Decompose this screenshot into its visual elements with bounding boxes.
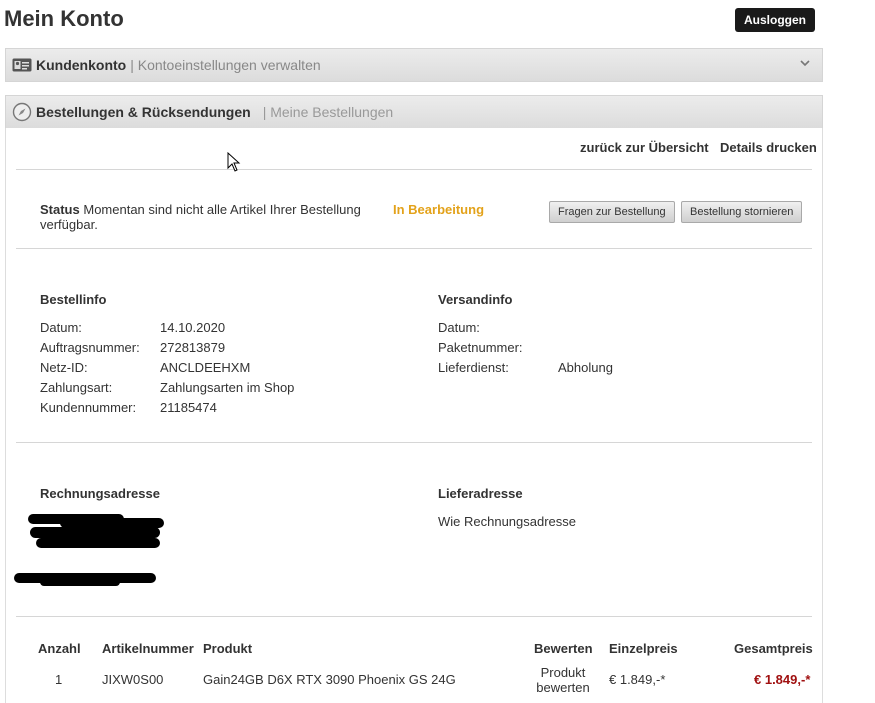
order-info-key: Netz-ID: xyxy=(40,360,88,375)
status-value: In Bearbeitung xyxy=(393,202,485,217)
mouse-cursor-icon xyxy=(227,151,241,175)
shipping-info-key: Datum: xyxy=(438,320,480,335)
order-info-key: Zahlungsart: xyxy=(40,380,113,395)
id-card-icon xyxy=(12,56,32,74)
page-title: Mein Konto xyxy=(4,6,124,31)
delivery-service-value: Abholung xyxy=(558,360,613,375)
order-info-key: Kundennummer: xyxy=(40,400,137,415)
section-orders-subtitle: | Meine Bestellungen xyxy=(262,104,394,120)
back-to-overview-link[interactable]: zurück zur Übersicht xyxy=(580,140,709,155)
delivery-address-text: Wie Rechnungsadresse xyxy=(438,514,577,529)
row-article-number: JIXW0S00 xyxy=(102,672,164,687)
column-header-qty: Anzahl xyxy=(38,641,81,656)
delivery-address-heading: Lieferadresse xyxy=(438,486,523,501)
section-kundenkonto-subtitle: | Kontoeinstellungen verwalten xyxy=(130,57,321,73)
row-product[interactable]: Gain24GB D6X RTX 3090 Phoenix GS 24G xyxy=(203,672,456,687)
section-orders-bar[interactable]: Bestellungen & Rücksendungen | Meine Bes… xyxy=(5,95,823,129)
column-header-article: Artikelnummer xyxy=(102,641,194,656)
rate-product-line1: Produkt xyxy=(540,665,586,680)
net-id-value: ANCLDEEHXM xyxy=(160,360,251,375)
section-kundenkonto-title: Kundenkonto xyxy=(36,57,127,73)
order-info-key: Datum: xyxy=(40,320,82,335)
compass-icon xyxy=(12,102,32,122)
print-details-link[interactable]: Details drucken xyxy=(720,140,817,155)
payment-method-value: Zahlungsarten im Shop xyxy=(160,380,295,395)
divider xyxy=(16,169,812,170)
order-number-value: 272813879 xyxy=(160,340,226,355)
divider xyxy=(16,248,812,249)
row-total-price: € 1.849,-* xyxy=(754,672,811,687)
shipping-info-key: Paketnummer: xyxy=(438,340,523,355)
section-kundenkonto-bar[interactable]: Kundenkonto | Kontoeinstellungen verwalt… xyxy=(5,48,823,82)
chevron-down-icon[interactable] xyxy=(800,58,810,70)
column-header-unit-price: Einzelpreis xyxy=(609,641,678,656)
order-info-key: Auftragsnummer: xyxy=(40,340,140,355)
shipping-info-heading: Versandinfo xyxy=(438,292,513,307)
rate-product-link[interactable]: Produkt bewerten xyxy=(535,665,591,695)
column-header-product: Produkt xyxy=(203,641,253,656)
divider xyxy=(16,616,812,617)
cancel-order-button[interactable]: Bestellung stornieren xyxy=(681,201,803,223)
shipping-info-key: Lieferdienst: xyxy=(438,360,509,375)
status-label: Status xyxy=(40,202,80,217)
status-message: Status Momentan sind nicht alle Artikel … xyxy=(40,202,390,232)
section-orders-title: Bestellungen & Rücksendungen xyxy=(36,104,251,120)
column-header-rate: Bewerten xyxy=(534,641,593,656)
logout-button[interactable]: Ausloggen xyxy=(735,8,815,32)
column-header-total-price: Gesamtpreis xyxy=(734,641,813,656)
row-qty: 1 xyxy=(55,672,63,687)
order-questions-button[interactable]: Fragen zur Bestellung xyxy=(549,201,675,223)
billing-address-heading: Rechnungsadresse xyxy=(40,486,160,501)
rate-product-line2: bewerten xyxy=(536,680,590,695)
row-unit-price: € 1.849,-* xyxy=(609,672,666,687)
order-date-value: 14.10.2020 xyxy=(160,320,226,335)
customer-number-value: 21185474 xyxy=(160,400,217,415)
divider xyxy=(16,442,812,443)
order-info-heading: Bestellinfo xyxy=(40,292,107,307)
status-message-text: Momentan sind nicht alle Artikel Ihrer B… xyxy=(40,202,361,232)
